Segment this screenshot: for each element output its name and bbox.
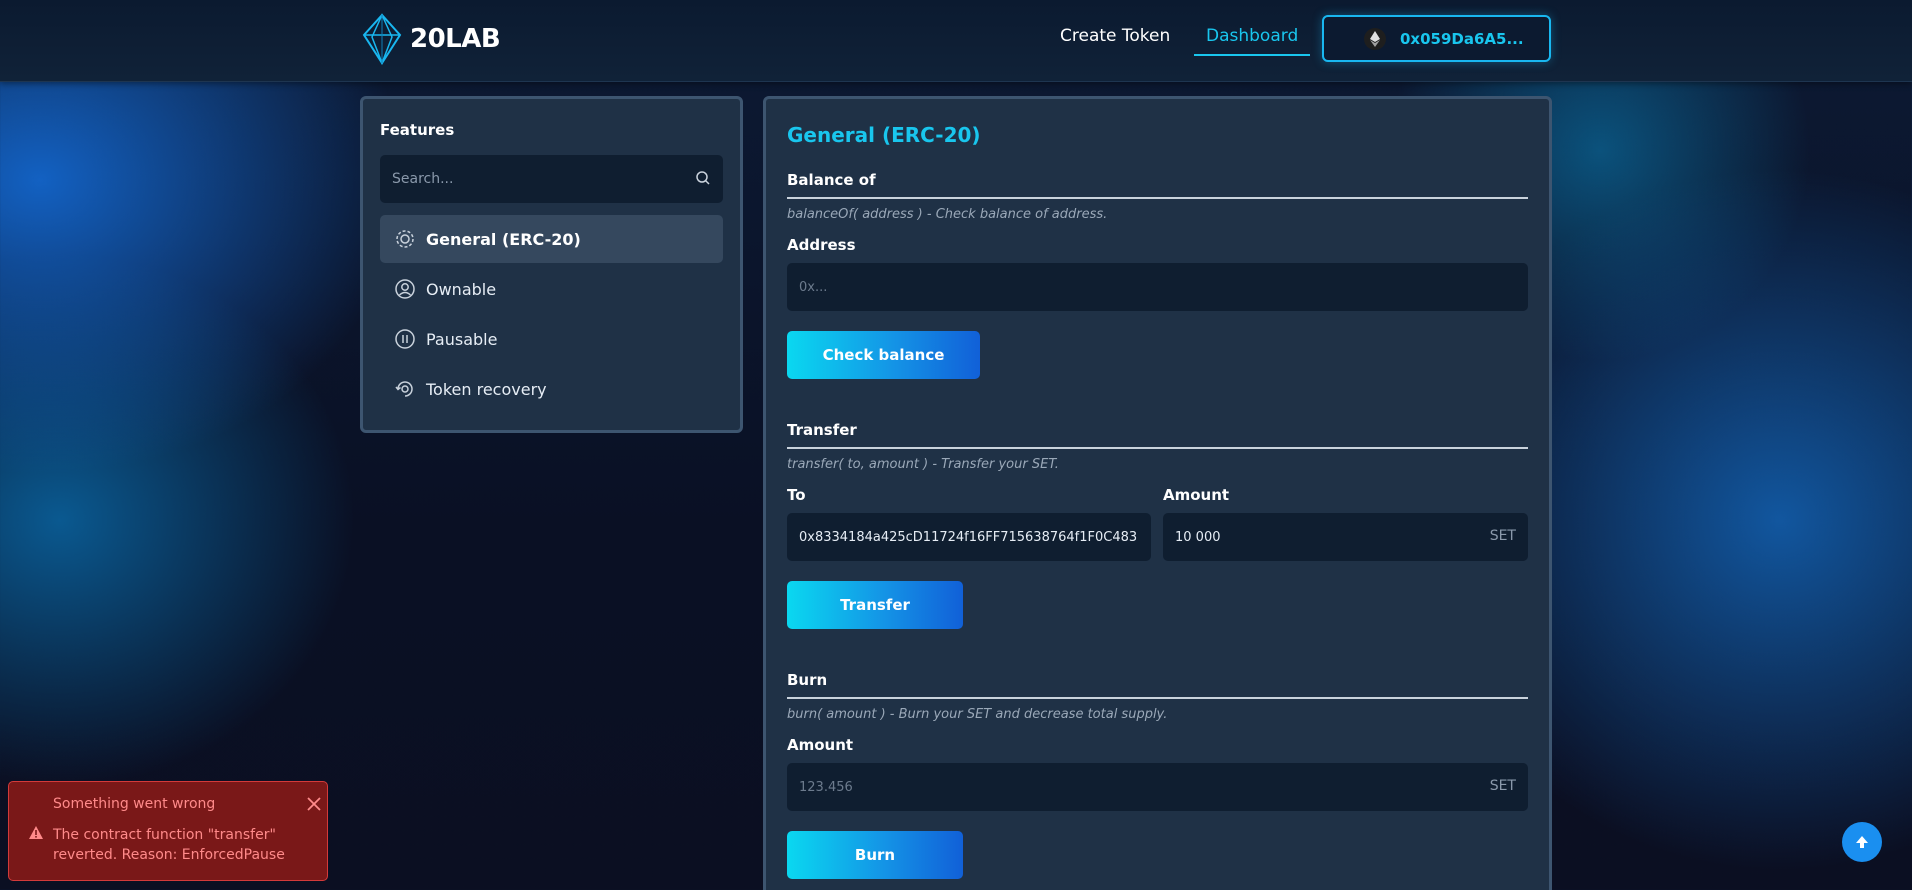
address-label: Address [787, 236, 856, 254]
error-toast: Something went wrong The contract functi… [8, 781, 328, 881]
sidebar-item-token-recovery[interactable]: Token recovery [380, 365, 723, 413]
ethereum-icon [1364, 28, 1386, 50]
balance-description: balanceOf( address ) - Check balance of … [787, 207, 1108, 222]
sidebar-item-ownable[interactable]: Ownable [380, 265, 723, 313]
wallet-button[interactable]: 0x059Da6A5... [1322, 15, 1551, 62]
unit-label: SET [1489, 528, 1516, 544]
burn-section-title: Burn [787, 671, 1528, 699]
search-icon[interactable] [695, 170, 711, 186]
wallet-address: 0x059Da6A5... [1400, 29, 1524, 48]
feature-panel: General (ERC-20) Balance of balanceOf( a… [763, 96, 1552, 890]
burn-amount-field: SET [787, 763, 1528, 811]
sidebar-title: Features [380, 121, 455, 139]
to-input[interactable] [787, 513, 1151, 561]
warning-icon [29, 826, 43, 839]
burn-amount-label: Amount [787, 736, 854, 754]
burn-description: burn( amount ) - Burn your SET and decre… [787, 707, 1168, 722]
address-input[interactable] [787, 263, 1528, 311]
sidebar-item-label: Ownable [426, 279, 497, 299]
logo-icon [362, 13, 402, 65]
top-navbar: 20LAB Create Token Dashboard 0x059Da6A5.… [0, 0, 1912, 82]
pause-circle-icon [395, 329, 415, 349]
transfer-section-title: Transfer [787, 421, 1528, 449]
gear-icon [396, 230, 414, 248]
transfer-amount-input[interactable] [1163, 513, 1528, 561]
scroll-to-top-button[interactable] [1842, 822, 1882, 862]
search-box [380, 155, 723, 203]
recovery-icon [395, 381, 413, 397]
sidebar-item-label: Token recovery [426, 379, 547, 399]
transfer-amount-field: SET [1163, 513, 1528, 561]
page-title: General (ERC-20) [787, 123, 981, 147]
sidebar-item-pausable[interactable]: Pausable [380, 315, 723, 363]
transfer-button[interactable]: Transfer [787, 581, 963, 629]
address-field [787, 263, 1528, 311]
sidebar-item-general[interactable]: General (ERC-20) [380, 215, 723, 263]
toast-title: Something went wrong [53, 796, 216, 812]
to-label: To [787, 486, 806, 504]
close-icon[interactable] [305, 795, 323, 813]
unit-label: SET [1489, 778, 1516, 794]
burn-button[interactable]: Burn [787, 831, 963, 879]
toast-message: The contract function "transfer" reverte… [53, 827, 285, 863]
burn-amount-input[interactable] [787, 763, 1528, 811]
check-balance-button[interactable]: Check balance [787, 331, 980, 379]
arrow-up-icon [1856, 836, 1868, 848]
amount-label: Amount [1163, 486, 1230, 504]
to-field [787, 513, 1151, 561]
search-input[interactable] [380, 155, 723, 203]
logo-text: 20LAB [410, 24, 501, 54]
user-circle-icon [395, 279, 415, 299]
sidebar-item-label: Pausable [426, 329, 498, 349]
nav-dashboard[interactable]: Dashboard [1194, 26, 1311, 56]
balance-section-title: Balance of [787, 171, 1528, 199]
logo[interactable]: 20LAB [360, 13, 501, 65]
sidebar-item-label: General (ERC-20) [426, 229, 581, 249]
nav-create-token[interactable]: Create Token [1060, 26, 1170, 46]
features-sidebar: Features General (ERC-20) Ownable Pausab… [360, 96, 743, 433]
transfer-description: transfer( to, amount ) - Transfer your S… [787, 457, 1059, 472]
